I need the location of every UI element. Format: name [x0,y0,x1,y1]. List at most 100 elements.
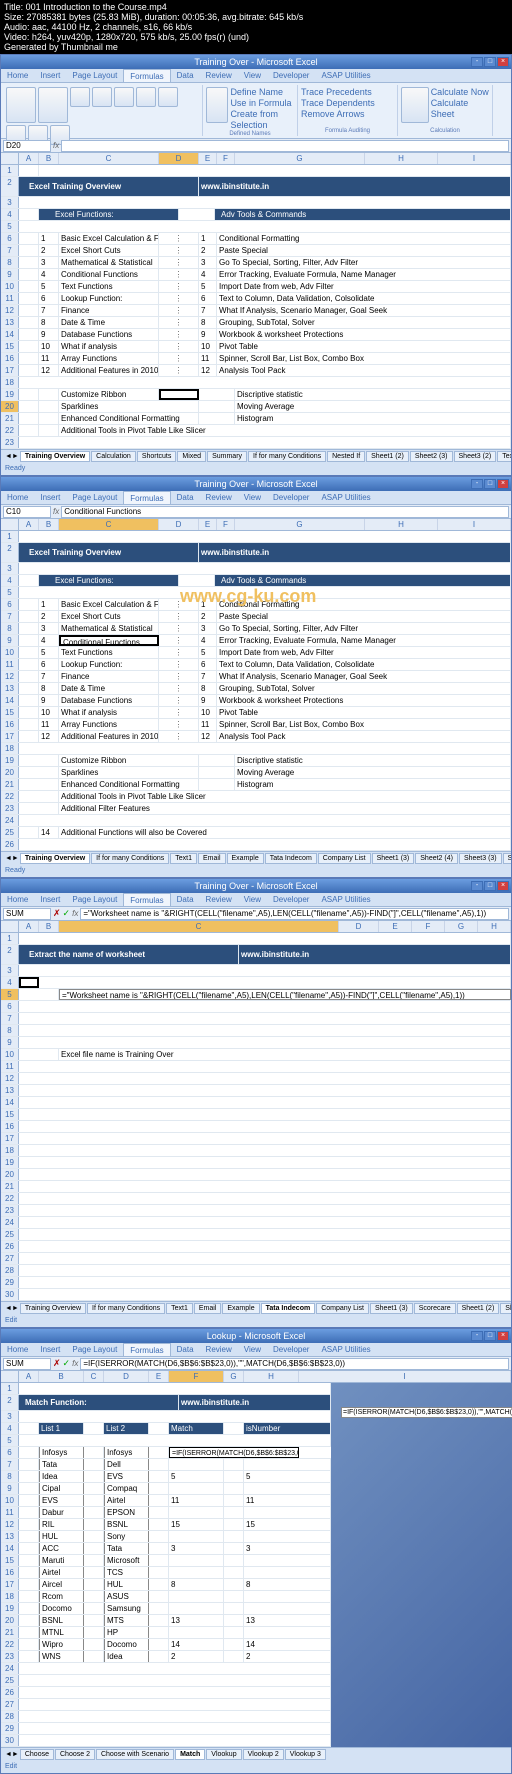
tab-view[interactable]: View [238,69,267,82]
col-g[interactable]: G [235,153,365,164]
name-manager-icon[interactable] [206,87,228,123]
formula-input[interactable] [61,140,509,152]
sheet-tab[interactable]: Vlookup 2 [243,1749,284,1760]
recently-used-icon[interactable] [70,87,90,107]
tab-insert[interactable]: Insert [34,69,66,82]
maximize-icon[interactable]: □ [484,57,496,67]
sheet-tab[interactable]: Vlookup 3 [285,1749,326,1760]
sheet-tab[interactable]: If for many Conditions [248,451,326,462]
create-from-selection-link[interactable]: Create from Selection [230,109,294,131]
autosum-icon[interactable] [38,87,68,123]
sheet-tab[interactable]: Match [175,1749,205,1760]
close-icon[interactable]: × [497,57,509,67]
sheet-tab[interactable]: Sheet2 (3) [410,451,453,462]
col-f[interactable]: F [217,153,235,164]
fx-icon[interactable]: fx [72,909,78,918]
fx-icon[interactable]: fx [53,507,59,516]
calculation-options-icon[interactable] [401,87,429,123]
fx-icon[interactable]: fx [53,141,59,150]
sheet-tab[interactable]: Nested If [327,451,365,462]
sheet-tab[interactable]: Scorecare [414,1303,456,1314]
sheet-tab[interactable]: Choose [20,1749,54,1760]
trace-dependents-link[interactable]: Trace Dependents [301,98,394,109]
sheet-tab[interactable]: Sheet1 (2) [457,1303,500,1314]
formula-input[interactable] [80,1358,509,1370]
tab-data[interactable]: Data [171,69,200,82]
sheet-tab[interactable]: Text1 [166,1303,193,1314]
sheet-tab[interactable]: Choose 2 [55,1749,95,1760]
enter-icon[interactable]: ✓ [63,908,71,919]
fx-icon[interactable]: fx [72,1359,78,1368]
cancel-icon[interactable]: ✗ [53,908,61,919]
sheet-tab[interactable]: Sheet2 (3) [500,1303,511,1314]
name-box[interactable] [3,140,51,152]
sheet-tab[interactable]: Example [227,853,264,864]
name-box[interactable] [3,1358,51,1370]
text-icon[interactable] [136,87,156,107]
sheet-tab[interactable]: Sheet3 (3) [459,853,502,864]
minimize-icon[interactable]: - [471,479,483,489]
sheet-tab[interactable]: Email [194,1303,222,1314]
formula-cell[interactable]: =IF(ISERROR(MATCH(D6,$B$6:$B$23,0)),"",M… [341,1407,512,1418]
trace-precedents-link[interactable]: Trace Precedents [301,87,394,98]
sheet-tab[interactable]: Calculation [91,451,136,462]
sheet-tab[interactable]: Sheet2 (4) [415,853,458,864]
sheet-tab[interactable]: Company List [318,853,371,864]
use-in-formula-link[interactable]: Use in Formula [230,98,294,109]
sheet-tab[interactable]: Sheet1 (3) [372,853,415,864]
tab-asap[interactable]: ASAP Utilities [315,69,376,82]
financial-icon[interactable] [92,87,112,107]
sheet-tab[interactable]: Sheet1 (3) [370,1303,413,1314]
sheet-body[interactable]: 1 2Match Function:www.ibinstitute.in 3 4… [1,1383,511,1747]
sheet-body[interactable]: 1 2Excel Training Overviewwww.ibinstitut… [1,531,511,851]
close-icon[interactable]: × [497,479,509,489]
col-d[interactable]: D [159,153,199,164]
sheet-tab[interactable]: Summary [207,451,247,462]
sheet-tab[interactable]: Email [198,853,226,864]
col-e[interactable]: E [199,153,217,164]
sheet-tab[interactable]: If for many Conditions [87,1303,165,1314]
sheet-tab[interactable]: Sheet3 (2) [454,451,497,462]
sheet-tab[interactable]: Mixed [177,451,206,462]
sheet-tab[interactable]: Tata Indecom [261,1303,316,1314]
sheet-tab[interactable]: Training Overview [20,451,90,462]
define-name-link[interactable]: Define Name [230,87,294,98]
sheet-tab[interactable]: Training Overview [20,1303,86,1314]
selected-cell[interactable] [159,389,199,400]
sheet-tab[interactable]: If for many Conditions [91,853,169,864]
date-time-icon[interactable] [158,87,178,107]
col-i[interactable]: I [438,153,511,164]
sheet-tab[interactable]: Sheet1 (2) [366,451,409,462]
insert-function-icon[interactable] [6,87,36,123]
sheet-tab[interactable]: Training Overview [20,853,90,864]
sheet-tab[interactable]: Shortcuts [137,451,177,462]
selected-cell[interactable] [19,977,39,988]
maximize-icon[interactable]: □ [484,479,496,489]
col-a[interactable]: A [19,153,39,164]
tab-developer[interactable]: Developer [267,69,315,82]
sheet-tab[interactable]: Example [222,1303,259,1314]
col-c[interactable]: C [59,153,159,164]
minimize-icon[interactable]: - [471,57,483,67]
sheet-tab[interactable]: Choose with Scenario [96,1749,174,1760]
sheet-tab[interactable]: Vlookup [206,1749,241,1760]
tab-pagelayout[interactable]: Page Layout [66,69,123,82]
logical-icon[interactable] [114,87,134,107]
formula-input[interactable] [61,506,509,518]
remove-arrows-link[interactable]: Remove Arrows [301,109,394,120]
sheet-tab[interactable]: Text1 [497,451,511,462]
select-all-corner[interactable] [1,153,19,164]
col-b[interactable]: B [39,153,59,164]
enter-icon[interactable]: ✓ [63,1358,71,1369]
formula-input[interactable] [80,908,509,920]
sheet-tab[interactable]: Tata Indecom [265,853,317,864]
sheet-body[interactable]: 1 2Extract the name of worksheetwww.ibin… [1,933,511,1301]
sheet-tab[interactable]: Text1 [170,853,197,864]
name-box[interactable] [3,506,51,518]
cancel-icon[interactable]: ✗ [53,1358,61,1369]
tab-formulas[interactable]: Formulas [123,69,170,82]
tab-review[interactable]: Review [200,69,238,82]
sheet-tab[interactable]: Sheet1 (2) [503,853,511,864]
sheet-tab[interactable]: Company List [316,1303,369,1314]
calculate-now-link[interactable]: Calculate Now [431,87,489,98]
